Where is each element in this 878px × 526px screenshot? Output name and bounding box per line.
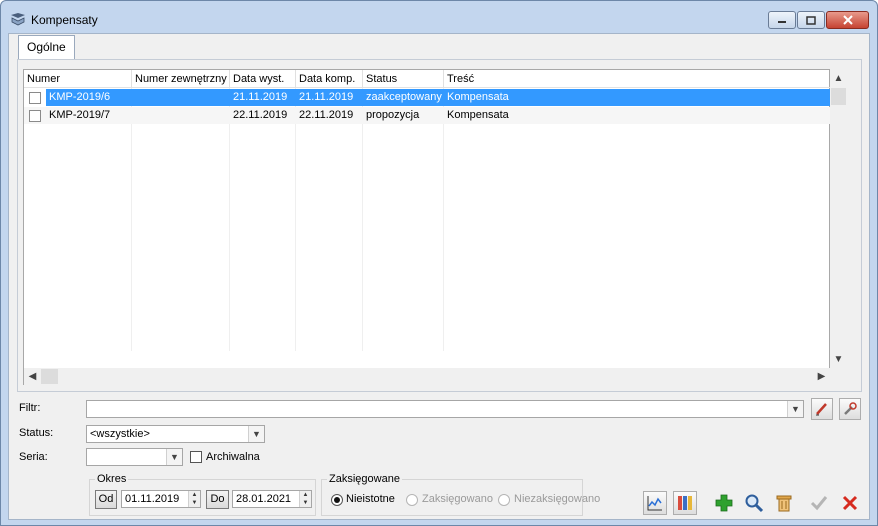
do-date-spinner[interactable]: ▲ ▼ xyxy=(299,491,311,507)
scroll-left-icon[interactable]: ◀ xyxy=(24,368,41,385)
column-header-status[interactable]: Status xyxy=(363,70,444,88)
archiwalna-checkbox[interactable] xyxy=(190,451,202,463)
confirm-icon xyxy=(810,496,828,511)
od-date-input[interactable]: 01.11.2019 ▲ ▼ xyxy=(121,490,201,508)
horizontal-scrollbar[interactable]: ◀ ▶ xyxy=(24,368,830,385)
column-header-numer[interactable]: Numer xyxy=(24,70,132,88)
radio-zaksiegowano-label: Zaksięgowano xyxy=(422,493,493,505)
confirm-button[interactable] xyxy=(807,491,831,515)
radio-niezaksiegowano-label: Niezaksięgowano xyxy=(514,493,601,505)
od-date-value: 01.11.2019 xyxy=(125,493,180,505)
chevron-down-icon[interactable]: ▼ xyxy=(248,426,264,442)
status-label: Status: xyxy=(19,427,54,439)
add-icon xyxy=(715,494,733,512)
spin-up-icon[interactable]: ▲ xyxy=(300,491,311,499)
cell-data-wyst: 22.11.2019 xyxy=(230,107,296,124)
scroll-up-icon[interactable]: ▲ xyxy=(830,70,847,87)
tab-ogolne[interactable]: Ogólne xyxy=(18,35,75,59)
grid-header: Numer Numer zewnętrzny Data wyst. Data k… xyxy=(24,70,830,88)
search-button[interactable] xyxy=(742,491,766,515)
scroll-down-icon[interactable]: ▼ xyxy=(830,351,847,368)
od-date-spinner[interactable]: ▲ ▼ xyxy=(188,491,200,507)
row-checkbox-cell xyxy=(24,107,46,124)
cell-status: propozycja xyxy=(363,107,444,124)
cancel-icon xyxy=(842,495,858,511)
grid-column-lines xyxy=(24,88,830,351)
zaksiegowane-title: Zaksięgowane xyxy=(327,473,402,485)
cell-tresc: Kompensata xyxy=(444,107,830,124)
cancel-button[interactable] xyxy=(838,491,862,515)
filtr-label: Filtr: xyxy=(19,402,41,414)
app-icon xyxy=(11,13,25,26)
column-header-tresc[interactable]: Treść xyxy=(444,70,830,88)
do-button[interactable]: Do xyxy=(206,490,229,509)
radio-nieistotne-label: Nieistotne xyxy=(346,493,395,505)
spin-up-icon[interactable]: ▲ xyxy=(189,491,200,499)
wrench-icon xyxy=(844,402,857,415)
spin-down-icon[interactable]: ▼ xyxy=(189,499,200,507)
clear-filter-button[interactable] xyxy=(811,398,833,420)
row-checkbox[interactable] xyxy=(29,110,41,122)
maximize-button[interactable] xyxy=(797,11,825,29)
filter-constructor-button[interactable] xyxy=(839,398,861,420)
cell-data-komp: 21.11.2019 xyxy=(296,89,363,106)
filtr-input[interactable]: ▼ xyxy=(86,400,804,418)
do-date-input[interactable]: 28.01.2021 ▲ ▼ xyxy=(232,490,312,508)
chevron-down-icon[interactable]: ▼ xyxy=(787,401,803,417)
add-button[interactable] xyxy=(712,491,736,515)
minimize-icon xyxy=(778,21,786,23)
columns-button[interactable] xyxy=(673,491,697,515)
minimize-button[interactable] xyxy=(768,11,796,29)
delete-icon xyxy=(776,495,792,512)
seria-label: Seria: xyxy=(19,451,48,463)
eraser-icon xyxy=(816,403,827,416)
window-title: Kompensaty xyxy=(31,13,98,27)
row-checkbox[interactable] xyxy=(29,92,41,104)
close-button[interactable] xyxy=(826,11,869,29)
maximize-icon xyxy=(806,15,816,25)
vertical-scroll-thumb[interactable] xyxy=(831,88,846,105)
cell-numer-zewnetrzny xyxy=(132,107,230,124)
spin-down-icon[interactable]: ▼ xyxy=(300,499,311,507)
column-header-data-komp[interactable]: Data komp. xyxy=(296,70,363,88)
title-bar[interactable]: Kompensaty xyxy=(1,1,877,33)
cell-numer-zewnetrzny xyxy=(132,89,230,106)
do-date-value: 28.01.2021 xyxy=(236,493,292,505)
search-icon xyxy=(745,494,764,513)
cell-numer: KMP-2019/6 xyxy=(46,89,132,106)
cell-tresc: Kompensata xyxy=(444,89,830,106)
chevron-down-icon[interactable]: ▼ xyxy=(166,449,182,465)
columns-icon xyxy=(678,496,692,510)
radio-zaksiegowano[interactable] xyxy=(406,494,418,506)
radio-niezaksiegowano[interactable] xyxy=(498,494,510,506)
scroll-right-icon[interactable]: ▶ xyxy=(813,368,830,385)
seria-select[interactable]: ▼ xyxy=(86,448,183,466)
status-select[interactable]: <wszystkie> ▼ xyxy=(86,425,265,443)
cell-numer: KMP-2019/7 xyxy=(46,107,132,124)
od-button[interactable]: Od xyxy=(95,490,117,509)
table-row[interactable]: KMP-2019/7 22.11.2019 22.11.2019 propozy… xyxy=(24,107,830,124)
okres-title: Okres xyxy=(95,473,129,485)
chart-icon xyxy=(647,496,662,511)
cell-status: zaakceptowany xyxy=(363,89,444,106)
row-checkbox-cell xyxy=(24,89,46,106)
status-value: <wszystkie> xyxy=(90,428,150,440)
column-header-numer-zewnetrzny[interactable]: Numer zewnętrzny xyxy=(132,70,230,88)
client-area: Ogólne Numer Numer zewnętrzny Data wyst.… xyxy=(8,33,870,520)
vertical-scrollbar[interactable]: ▲ ▼ xyxy=(830,70,847,368)
archiwalna-label: Archiwalna xyxy=(206,451,260,463)
documents-grid: Numer Numer zewnętrzny Data wyst. Data k… xyxy=(23,69,847,385)
column-header-data-wyst[interactable]: Data wyst. xyxy=(230,70,296,88)
cell-data-wyst: 21.11.2019 xyxy=(230,89,296,106)
cell-data-komp: 22.11.2019 xyxy=(296,107,363,124)
horizontal-scroll-thumb[interactable] xyxy=(41,369,58,384)
delete-button[interactable] xyxy=(772,491,796,515)
chart-button[interactable] xyxy=(643,491,667,515)
window: Kompensaty Ogólne Numer Numer zewnętrzny… xyxy=(0,0,878,526)
radio-nieistotne[interactable] xyxy=(331,494,343,506)
table-row[interactable]: KMP-2019/6 21.11.2019 21.11.2019 zaakcep… xyxy=(24,89,830,106)
close-icon xyxy=(842,15,853,25)
